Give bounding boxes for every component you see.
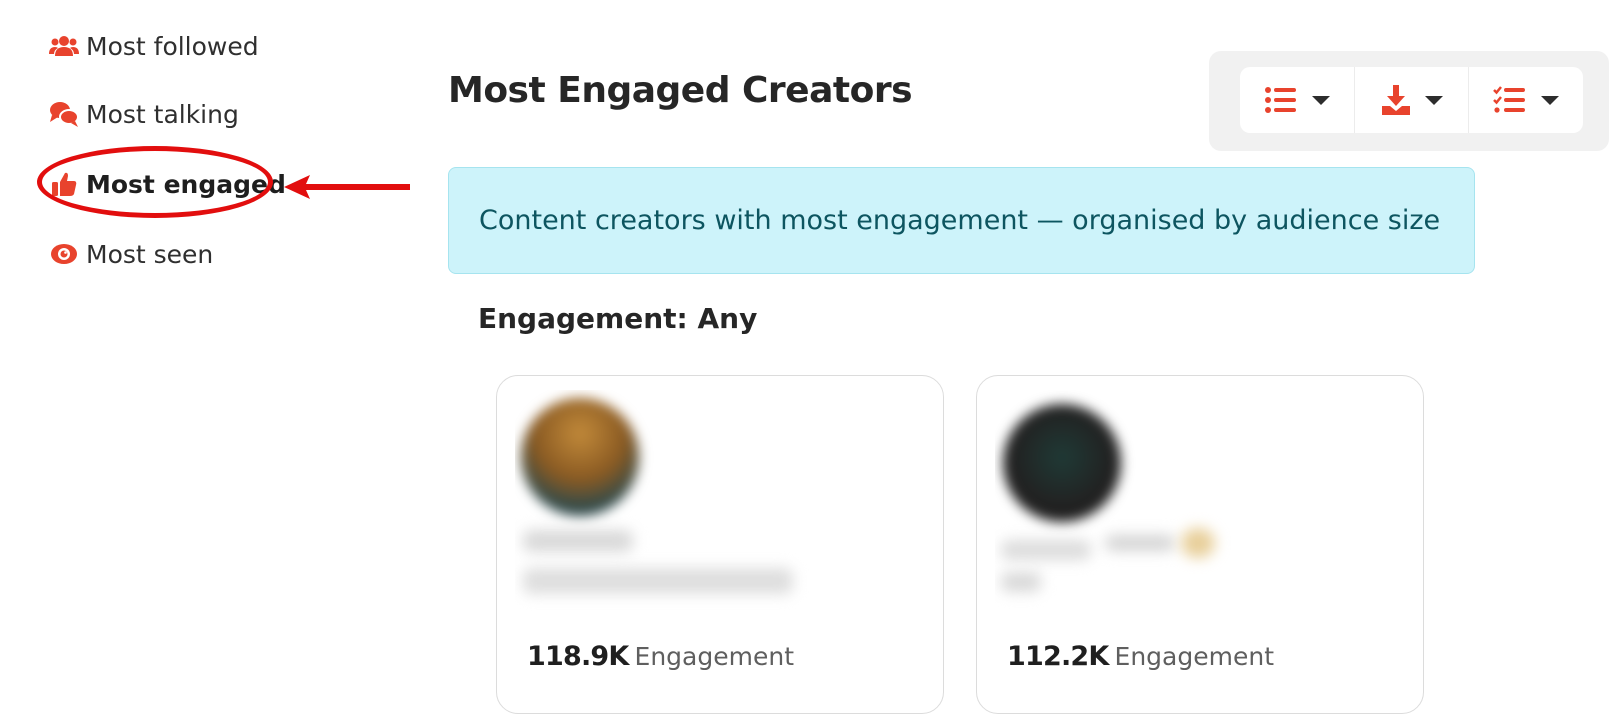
sidebar-item-most-talking[interactable]: Most talking — [48, 94, 239, 134]
engagement-label: Engagement — [1114, 642, 1274, 671]
select-columns-dropdown[interactable] — [1469, 67, 1583, 133]
sidebar-item-label: Most seen — [86, 239, 214, 269]
creator-name-blurred — [1001, 540, 1091, 560]
sidebar-item-most-followed[interactable]: Most followed — [48, 26, 259, 66]
checklist-icon — [1493, 86, 1526, 113]
toolbar-container — [1209, 51, 1609, 151]
sidebar-item-most-seen[interactable]: Most seen — [48, 234, 213, 274]
users-icon — [48, 30, 80, 62]
chevron-down-icon — [1424, 95, 1443, 105]
verified-badge-blurred — [1181, 528, 1215, 558]
creator-name-blurred — [523, 530, 633, 552]
sidebar-item-label: Most talking — [86, 99, 239, 129]
info-banner: Content creators with most engagement — … — [448, 167, 1475, 274]
chevron-down-icon — [1541, 95, 1560, 105]
info-banner-text: Content creators with most engagement — … — [479, 205, 1441, 236]
sidebar-item-label: Most followed — [86, 31, 259, 61]
creator-handle-blurred — [523, 568, 793, 594]
download-dropdown[interactable] — [1355, 67, 1470, 133]
creator-name-blurred — [1105, 535, 1175, 551]
toolbar — [1240, 67, 1583, 133]
avatar — [1003, 404, 1121, 522]
engagement-value: 118.9K — [527, 641, 629, 672]
engagement-label: Engagement — [634, 642, 794, 671]
view-mode-dropdown[interactable] — [1240, 67, 1355, 133]
download-icon — [1381, 85, 1410, 115]
engagement-stat: 118.9K Engagement — [527, 641, 794, 672]
page-title: Most Engaged Creators — [448, 70, 913, 111]
creator-profile-blurred — [515, 390, 815, 612]
engagement-stat: 112.2K Engagement — [1007, 641, 1274, 672]
chevron-down-icon — [1311, 95, 1330, 105]
comments-icon — [48, 98, 80, 130]
highlight-ellipse — [37, 146, 273, 218]
creator-handle-blurred — [1001, 572, 1041, 592]
creator-profile-blurred — [995, 390, 1295, 612]
engagement-value: 112.2K — [1007, 641, 1109, 672]
eye-icon — [48, 238, 80, 270]
list-icon — [1264, 87, 1296, 113]
creator-card[interactable]: 118.9K Engagement — [496, 375, 944, 714]
engagement-filter-label: Engagement: Any — [478, 302, 758, 335]
annotation-arrow-icon — [284, 175, 410, 199]
avatar — [521, 398, 639, 516]
creator-card[interactable]: 112.2K Engagement — [976, 375, 1424, 714]
